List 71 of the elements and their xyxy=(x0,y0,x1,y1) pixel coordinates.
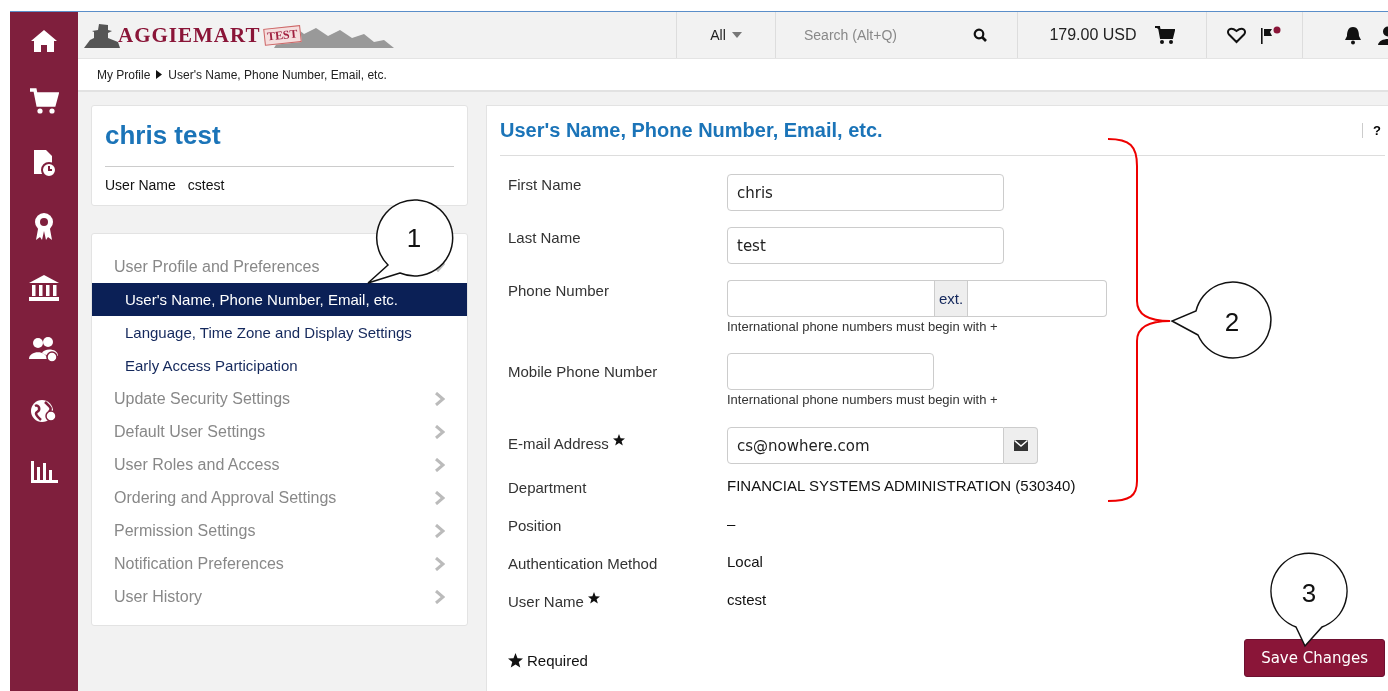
save-button[interactable]: Save Changes xyxy=(1244,639,1385,677)
field-label: Phone Number xyxy=(508,282,609,299)
chevron-right-icon xyxy=(156,70,163,79)
field-label: Mobile Phone Number xyxy=(508,363,658,380)
cart-icon[interactable] xyxy=(1154,25,1175,45)
menu-item[interactable]: User's Name, Phone Number, Email, etc. xyxy=(92,283,467,316)
menu-item[interactable]: Language, Time Zone and Display Settings xyxy=(92,316,467,349)
help-button[interactable]: ? xyxy=(1362,123,1381,138)
field-hint: International phone numbers must begin with + xyxy=(727,392,998,407)
callout-number: 2 xyxy=(1224,307,1240,337)
menu-group[interactable]: Default User Settings xyxy=(92,415,467,448)
chevron-right-icon xyxy=(435,556,445,571)
menu-group[interactable]: Permission Settings xyxy=(92,514,467,547)
field-value: cstest xyxy=(727,591,767,608)
breadcrumb-link[interactable]: My Profile xyxy=(97,67,151,82)
panel-title: User's Name, Phone Number, Email, etc. xyxy=(500,119,883,142)
logo-wordmark: AGGIEMART xyxy=(118,22,261,48)
text-field[interactable]: chris xyxy=(727,174,1004,211)
caret-icon xyxy=(731,32,742,38)
home-icon[interactable] xyxy=(29,28,59,54)
ribbon-icon[interactable] xyxy=(32,211,56,241)
people-icon[interactable] xyxy=(28,335,60,363)
ext-label: ext. xyxy=(934,280,969,317)
menu-group[interactable]: User Roles and Access xyxy=(92,448,467,481)
user-name-value: cstest xyxy=(187,177,225,193)
mobile-field[interactable] xyxy=(727,353,934,390)
field-label: Department xyxy=(508,479,587,496)
email-field[interactable]: cs@nowhere.com xyxy=(727,427,1004,464)
chevron-right-icon xyxy=(435,589,445,604)
cart-icon[interactable] xyxy=(29,87,59,115)
chevron-right-icon xyxy=(435,457,445,472)
field-value: FINANCIAL SYSTEMS ADMINISTRATION (530340) xyxy=(727,477,1076,494)
field-hint: International phone numbers must begin with + xyxy=(727,319,999,334)
field-label: Last Name xyxy=(508,229,581,246)
field-value: – xyxy=(727,515,736,532)
user-name-label: User Name xyxy=(105,177,176,193)
field-label: E-mail Address xyxy=(508,435,609,452)
chevron-right-icon xyxy=(435,490,445,505)
bar-chart-icon[interactable] xyxy=(29,459,59,485)
phone-field[interactable] xyxy=(727,280,934,317)
text-field[interactable]: test xyxy=(727,227,1004,264)
field-label: First Name xyxy=(508,176,582,193)
menu-group[interactable]: Ordering and Approval Settings xyxy=(92,481,467,514)
cart-total[interactable]: 179.00 USD xyxy=(1049,26,1137,44)
search-field[interactable]: Search (Alt+Q) xyxy=(802,26,973,44)
heart-icon[interactable] xyxy=(1227,26,1246,44)
menu-group[interactable]: Update Security Settings xyxy=(92,382,467,415)
bank-icon[interactable] xyxy=(28,274,60,302)
extension-field[interactable] xyxy=(968,280,1107,317)
required-star-icon xyxy=(508,653,523,668)
menu-item[interactable]: Early Access Participation xyxy=(92,349,467,382)
chevron-right-icon xyxy=(435,523,445,538)
bell-icon[interactable] xyxy=(1344,25,1362,45)
callout-number: 3 xyxy=(1301,578,1317,608)
callout-number: 1 xyxy=(406,223,422,253)
menu-group[interactable]: Notification Preferences xyxy=(92,547,467,580)
required-note: Required xyxy=(527,652,588,669)
field-label: User Name xyxy=(508,593,584,610)
field-value: Local xyxy=(727,553,763,570)
chevron-right-icon xyxy=(435,391,445,406)
menu-group[interactable]: User History xyxy=(92,580,467,613)
test-stamp: TEST xyxy=(263,24,302,46)
chevron-right-icon xyxy=(435,424,445,439)
breadcrumb-current: User's Name, Phone Number, Email, etc. xyxy=(168,67,387,82)
envelope-icon[interactable] xyxy=(1004,427,1038,464)
field-label: Position xyxy=(508,517,562,534)
flag-icon[interactable] xyxy=(1260,26,1282,44)
profile-name: chris test xyxy=(105,120,454,167)
field-label: Authentication Method xyxy=(508,555,658,572)
search-scope-dropdown[interactable]: All xyxy=(676,12,775,58)
search-icon[interactable] xyxy=(973,28,987,42)
